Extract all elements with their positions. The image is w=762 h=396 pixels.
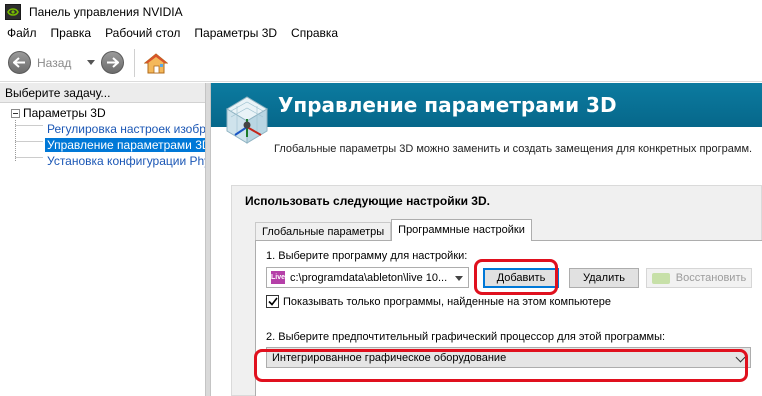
tree-root-label: Параметры 3D [23,106,106,120]
task-tree: Параметры 3D Регулировка настроек изобра… [0,105,205,169]
menu-bar: Файл Правка Рабочий стол Параметры 3D Сп… [0,23,762,43]
menu-desktop[interactable]: Рабочий стол [98,23,187,43]
show-found-programs-label: Показывать только программы, найденные н… [283,295,612,308]
ableton-live-icon: Live [271,271,285,284]
sidebar-item-label: Управление параметрами 3D [45,138,205,152]
page-description: Глобальные параметры 3D можно заменить и… [274,143,753,155]
chevron-down-icon [735,352,746,363]
back-icon [8,51,31,74]
restore-button[interactable]: Восстановить [646,268,752,288]
tab-global-settings[interactable]: Глобальные параметры [255,222,392,241]
nvidia-logo-icon [5,3,21,20]
sidebar-item-image-settings[interactable]: Регулировка настроек изобраз [0,121,205,137]
page-banner: Управление параметрами 3D [211,83,762,127]
restore-button-label: Восстановить [675,272,747,284]
task-pane: Выберите задачу... Параметры 3D Регулиро… [0,83,205,396]
back-label: Назад [37,55,72,70]
dropdown-icon[interactable] [87,60,96,65]
program-select[interactable]: Live c:\programdata\ableton\live 10... [266,267,469,288]
task-pane-header: Выберите задачу... [0,83,205,103]
home-icon[interactable] [143,50,169,76]
show-found-programs-checkbox[interactable] [266,295,279,308]
tab-program-settings[interactable]: Программные настройки [391,219,532,241]
show-found-programs-option[interactable]: Показывать только программы, найденные н… [266,295,611,308]
collapse-icon[interactable] [11,108,20,118]
sidebar-item-label: Установка конфигурации PhysX [47,154,205,168]
gpu-select-value: Интегрированное графическое оборудование [272,351,507,364]
tab-strip: Глобальные параметры Программные настрой… [255,219,532,241]
toolbar-separator [134,48,136,77]
page-title: Управление параметрами 3D [278,93,617,117]
add-button[interactable]: Добавить [483,268,559,288]
nvidia-icon [651,272,670,284]
toolbar: Назад [0,44,762,82]
sidebar-item-label: Регулировка настроек изобраз [47,122,205,136]
step2-label: 2. Выберите предпочтительный графический… [266,331,666,343]
sidebar-item-manage-3d[interactable]: Управление параметрами 3D [0,137,205,153]
sidebar-item-physx[interactable]: Установка конфигурации PhysX [0,153,205,169]
forward-icon[interactable] [101,51,125,74]
checkmark-icon [267,297,278,306]
title-bar: Панель управления NVIDIA [0,0,762,23]
3d-cube-icon [226,96,268,144]
gpu-select[interactable]: Интегрированное графическое оборудование [266,347,751,368]
step1-label: 1. Выберите программу для настройки: [266,250,468,262]
content-pane: Управление параметрами 3D Глобальные пар… [211,83,762,396]
menu-file[interactable]: Файл [0,23,44,43]
delete-button[interactable]: Удалить [569,268,639,288]
panel-title: Использовать следующие настройки 3D. [245,194,490,208]
chevron-down-icon [455,276,463,281]
tab-content: 1. Выберите программу для настройки: Liv… [255,240,762,396]
menu-help[interactable]: Справка [284,23,345,43]
tree-root-3d-settings[interactable]: Параметры 3D [0,105,205,121]
window-title: Панель управления NVIDIA [29,4,183,19]
menu-3d-settings[interactable]: Параметры 3D [187,23,284,43]
program-select-value: c:\programdata\ableton\live 10... [290,271,448,284]
settings-panel: Использовать следующие настройки 3D. Гло… [231,185,762,396]
menu-edit[interactable]: Правка [44,23,99,43]
back-button[interactable]: Назад [8,51,71,74]
